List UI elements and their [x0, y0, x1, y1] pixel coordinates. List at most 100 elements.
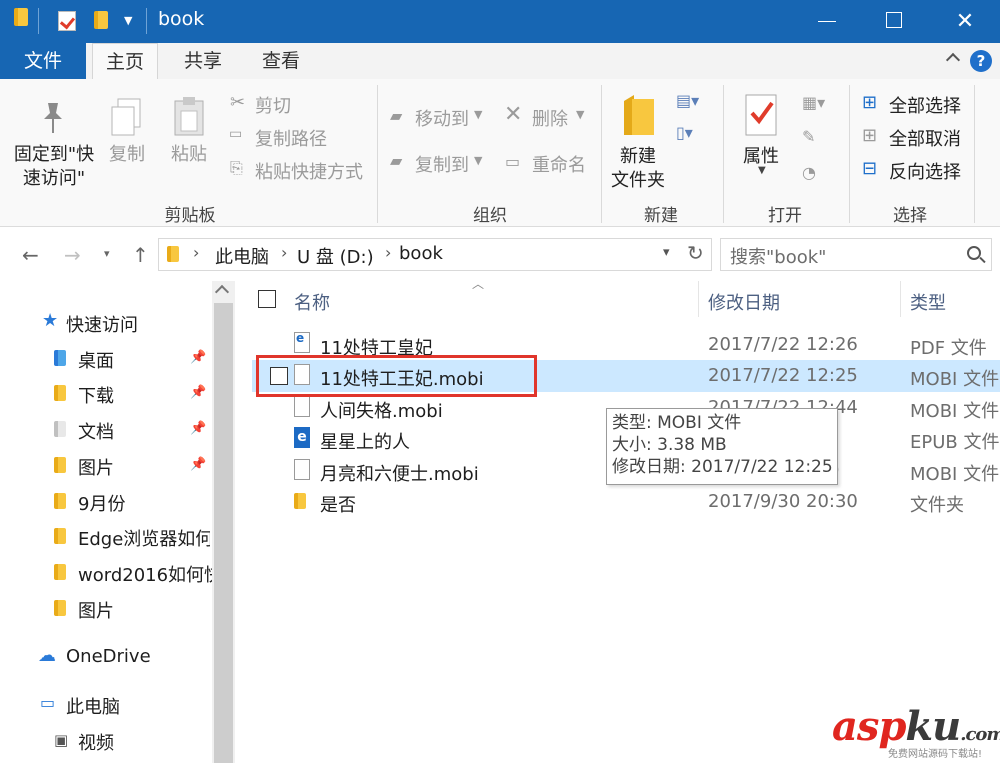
nav-this-pc[interactable]: 此电脑 — [66, 693, 120, 719]
nav-item-edge-folder[interactable]: Edge浏览器如何 — [78, 525, 210, 551]
delete-button[interactable]: 删除 — [532, 105, 568, 131]
new-folder-button[interactable]: 新建 文件夹 — [606, 145, 670, 193]
easy-access-icon[interactable]: ▯▾ — [676, 123, 693, 142]
document-icon — [294, 396, 310, 417]
pin-icon[interactable]: 📌 — [190, 350, 206, 365]
refresh-icon[interactable]: ↻ — [687, 241, 704, 265]
select-all-checkbox[interactable] — [258, 290, 276, 308]
invert-selection-button[interactable]: 反向选择 — [889, 158, 961, 184]
nav-onedrive[interactable]: OneDrive — [66, 646, 151, 667]
nav-item-documents[interactable]: 文档 — [78, 418, 114, 444]
edit-icon[interactable]: ✎ — [802, 127, 815, 146]
nav-item-pictures[interactable]: 图片 — [78, 454, 114, 480]
paste-shortcut-button[interactable]: 粘贴快捷方式 — [255, 158, 363, 184]
new-folder-quick-icon[interactable] — [94, 11, 108, 29]
file-type: 文件夹 — [910, 495, 964, 516]
back-button[interactable]: ← — [22, 243, 39, 267]
recent-locations-button[interactable]: ▾ — [104, 247, 110, 260]
folder-icon — [54, 600, 66, 616]
nav-quick-access[interactable]: 快速访问 — [66, 311, 138, 337]
title-bar: ▼ book ✕ — [0, 0, 1000, 43]
desktop-folder-icon — [54, 350, 66, 366]
copy-to-button[interactable]: 复制到 — [415, 151, 469, 177]
group-label-organize: 组织 — [473, 206, 507, 226]
file-name: 月亮和六便士.mobi — [320, 464, 479, 485]
divider[interactable] — [900, 281, 901, 317]
tab-share[interactable]: 共享 — [170, 43, 236, 79]
pin-icon[interactable]: 📌 — [190, 457, 206, 472]
minimize-button[interactable] — [794, 0, 862, 43]
cut-button[interactable]: 剪切 — [255, 92, 291, 118]
tab-file[interactable]: 文件 — [0, 43, 86, 79]
paste-button[interactable]: 粘贴 — [168, 143, 210, 167]
star-icon: ★ — [42, 310, 59, 331]
nav-item-downloads[interactable]: 下载 — [78, 382, 114, 408]
open-icon[interactable]: ▦▾ — [802, 93, 825, 112]
select-none-icon: ⊞ — [862, 125, 878, 146]
address-bar[interactable]: › 此电脑 › U 盘 (D:) › book ▾ ↻ — [158, 238, 712, 271]
divider — [38, 8, 39, 34]
select-all-icon: ⊞ — [862, 92, 878, 113]
nav-item-desktop[interactable]: 桌面 — [78, 347, 114, 373]
breadcrumb-book[interactable]: book — [399, 243, 443, 264]
nav-item-word-folder[interactable]: word2016如何快 — [78, 561, 212, 587]
rename-icon: ▭ — [505, 152, 521, 171]
move-to-button[interactable]: 移动到 — [415, 105, 469, 131]
copy-button[interactable]: 复制 — [106, 143, 148, 167]
new-folder-icon — [622, 93, 654, 137]
videos-icon: ▣ — [54, 731, 69, 749]
file-name: 是否 — [320, 495, 356, 516]
breadcrumb-drive[interactable]: U 盘 (D:) — [297, 243, 374, 269]
file-modified: 2017/9/30 20:30 — [708, 491, 858, 512]
watermark-logo: aspku.com — [832, 703, 1000, 750]
nav-item-pictures-2[interactable]: 图片 — [78, 597, 114, 623]
divider[interactable] — [698, 281, 699, 317]
pin-quick-access-button[interactable]: 固定到"快 速访问" — [6, 143, 102, 191]
chevron-down-icon[interactable]: ▼ — [124, 14, 132, 27]
tooltip-size: 大小: 3.38 MB — [612, 435, 727, 455]
table-row[interactable]: 是否 2017/9/30 20:30 文件夹 — [252, 486, 1000, 518]
search-box[interactable]: 搜索"book" — [720, 238, 992, 271]
file-type: PDF 文件 — [910, 338, 987, 359]
pin-icon[interactable]: 📌 — [190, 385, 206, 400]
watermark-logo-com: .com — [960, 724, 1000, 745]
collapse-ribbon-icon[interactable] — [945, 52, 961, 68]
minimize-icon — [818, 21, 836, 22]
forward-button[interactable]: → — [64, 243, 81, 267]
select-all-button[interactable]: 全部选择 — [889, 92, 961, 118]
search-input[interactable]: 搜索"book" — [730, 243, 826, 269]
nav-videos[interactable]: 视频 — [78, 729, 114, 755]
help-icon[interactable]: ? — [970, 50, 992, 72]
group-label-select: 选择 — [893, 206, 927, 226]
pin-icon[interactable]: 📌 — [190, 421, 206, 436]
column-header-modified[interactable]: 修改日期 — [708, 289, 780, 315]
folder-icon — [294, 493, 306, 509]
group-label-clipboard: 剪贴板 — [164, 206, 216, 226]
new-item-icon[interactable]: ▤▾ — [676, 91, 699, 110]
properties-quick-icon[interactable] — [58, 11, 76, 31]
chevron-right-icon: › — [281, 243, 288, 262]
select-none-button[interactable]: 全部取消 — [889, 125, 961, 151]
watermark-subtitle: 免费网站源码下载站! — [888, 749, 983, 760]
maximize-button[interactable] — [862, 0, 930, 43]
column-header-type[interactable]: 类型 — [910, 289, 946, 315]
breadcrumb-this-pc[interactable]: 此电脑 — [215, 243, 269, 269]
divider — [723, 85, 724, 223]
up-button[interactable]: ↑ — [132, 243, 149, 267]
rename-button[interactable]: 重命名 — [532, 151, 586, 177]
copy-path-icon: ▭ — [229, 126, 243, 142]
tab-view[interactable]: 查看 — [248, 43, 314, 79]
chevron-down-icon[interactable]: ▾ — [663, 245, 670, 260]
tab-home[interactable]: 主页 — [92, 43, 158, 80]
close-button[interactable]: ✕ — [931, 0, 999, 43]
copy-path-button[interactable]: 复制路径 — [255, 125, 327, 151]
history-icon[interactable]: ◔ — [802, 163, 816, 182]
maximize-icon — [886, 12, 902, 28]
column-header-name[interactable]: 名称 — [294, 289, 330, 315]
address-row: ← → ▾ ↑ › 此电脑 › U 盘 (D:) › book ▾ ↻ 搜索"b… — [0, 227, 1000, 281]
scrollbar-thumb[interactable] — [214, 303, 233, 763]
chevron-right-icon: › — [385, 243, 392, 262]
window-title: book — [158, 8, 205, 30]
file-name: 人间失格.mobi — [320, 401, 443, 422]
nav-item-september[interactable]: 9月份 — [78, 490, 125, 516]
